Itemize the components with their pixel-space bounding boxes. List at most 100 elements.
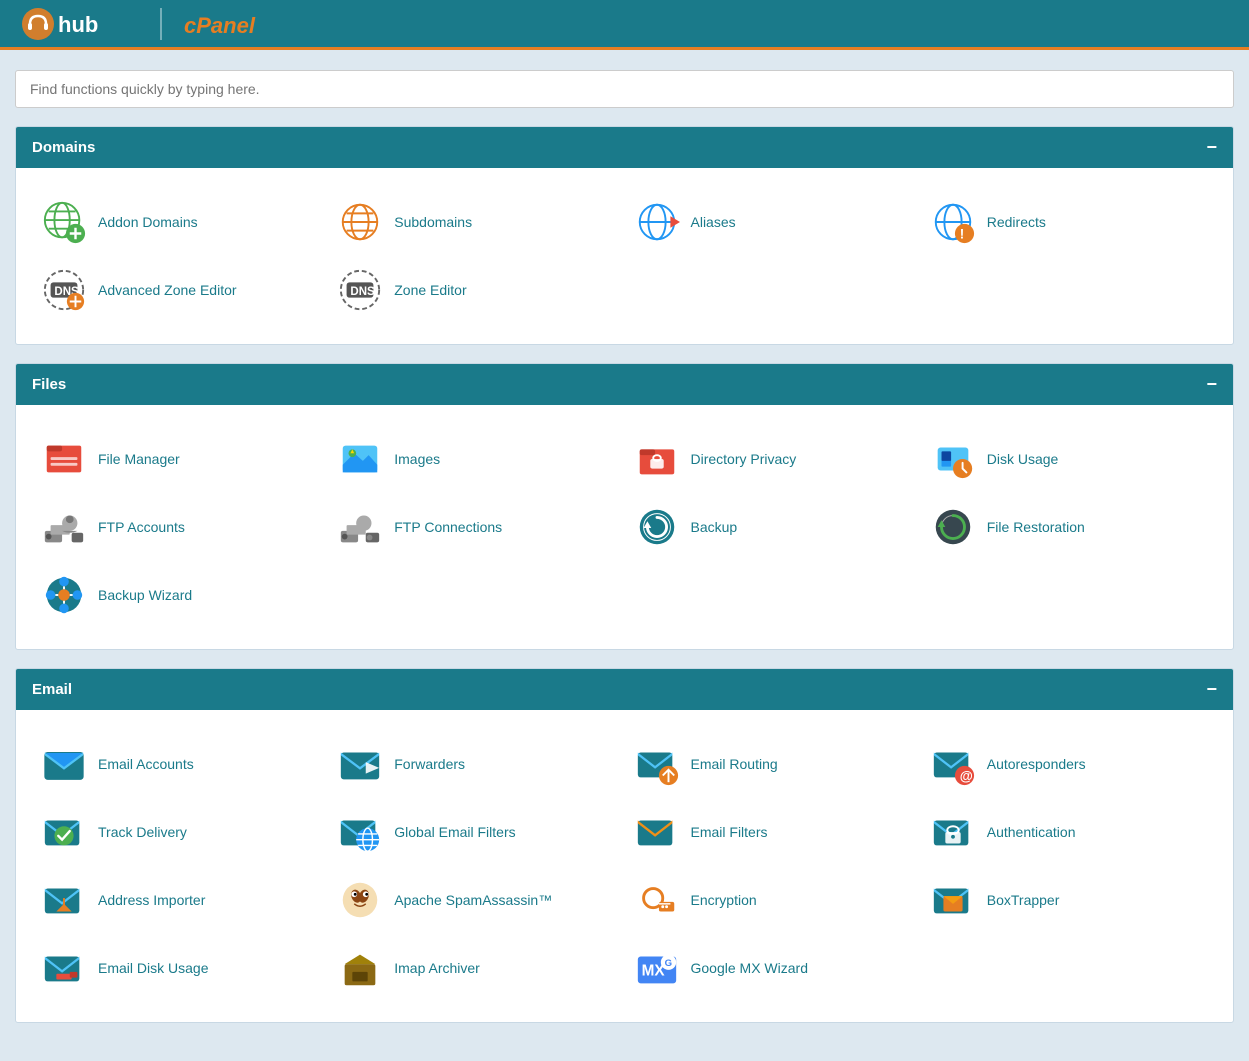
item-track-delivery[interactable]: Track Delivery bbox=[32, 798, 328, 866]
icon-advanced-zone-editor: DNS bbox=[40, 266, 88, 314]
icon-global-email-filters bbox=[336, 808, 384, 856]
item-autoresponders[interactable]: @ Autoresponders bbox=[921, 730, 1217, 798]
item-boxtrapper[interactable]: BoxTrapper bbox=[921, 866, 1217, 934]
item-file-restoration[interactable]: File Restoration bbox=[921, 493, 1217, 561]
item-backup-wizard[interactable]: Backup Wizard bbox=[32, 561, 328, 629]
section-title-domains: Domains bbox=[32, 139, 95, 156]
section-body-email: Email Accounts Forwarders Email Routing … bbox=[16, 710, 1233, 1022]
icon-disk-usage bbox=[929, 435, 977, 483]
logo-divider bbox=[160, 8, 162, 40]
label-addon-domains: Addon Domains bbox=[98, 214, 198, 230]
item-email-accounts[interactable]: Email Accounts bbox=[32, 730, 328, 798]
label-email-filters: Email Filters bbox=[691, 824, 768, 840]
item-ftp-connections[interactable]: FTP Connections bbox=[328, 493, 624, 561]
label-encryption: Encryption bbox=[691, 892, 757, 908]
section-collapse-domains[interactable]: − bbox=[1206, 137, 1217, 158]
section-collapse-files[interactable]: − bbox=[1206, 374, 1217, 395]
icon-aliases bbox=[633, 198, 681, 246]
item-email-routing[interactable]: Email Routing bbox=[625, 730, 921, 798]
icon-email-accounts bbox=[40, 740, 88, 788]
item-email-filters[interactable]: Email Filters bbox=[625, 798, 921, 866]
icon-encryption bbox=[633, 876, 681, 924]
icon-backup-wizard bbox=[40, 571, 88, 619]
label-email-routing: Email Routing bbox=[691, 756, 778, 772]
label-email-disk-usage: Email Disk Usage bbox=[98, 960, 208, 976]
logo-area: hub cPanel bbox=[20, 6, 272, 42]
label-address-importer: Address Importer bbox=[98, 892, 205, 908]
label-zone-editor: Zone Editor bbox=[394, 282, 466, 298]
item-email-disk-usage[interactable]: Email Disk Usage bbox=[32, 934, 328, 1002]
label-backup: Backup bbox=[691, 519, 738, 535]
item-zone-editor[interactable]: DNS Zone Editor bbox=[328, 256, 624, 324]
item-aliases[interactable]: Aliases bbox=[625, 188, 921, 256]
section-collapse-email[interactable]: − bbox=[1206, 679, 1217, 700]
label-subdomains: Subdomains bbox=[394, 214, 472, 230]
section-domains: Domains − Addon Domains Subdomains Alias… bbox=[15, 126, 1234, 345]
section-email: Email − Email Accounts Forwarders Email … bbox=[15, 668, 1234, 1023]
item-advanced-zone-editor[interactable]: DNS Advanced Zone Editor bbox=[32, 256, 328, 324]
item-addon-domains[interactable]: Addon Domains bbox=[32, 188, 328, 256]
icon-subdomains bbox=[336, 198, 384, 246]
item-file-manager[interactable]: File Manager bbox=[32, 425, 328, 493]
item-backup[interactable]: Backup bbox=[625, 493, 921, 561]
hub-logo: hub bbox=[20, 6, 140, 42]
item-google-mx-wizard[interactable]: MX G Google MX Wizard bbox=[625, 934, 921, 1002]
sections-container: Domains − Addon Domains Subdomains Alias… bbox=[15, 126, 1234, 1023]
search-input[interactable] bbox=[15, 70, 1234, 108]
label-global-email-filters: Global Email Filters bbox=[394, 824, 515, 840]
icon-apache-spamassassin bbox=[336, 876, 384, 924]
label-redirects: Redirects bbox=[987, 214, 1046, 230]
item-directory-privacy[interactable]: Directory Privacy bbox=[625, 425, 921, 493]
label-disk-usage: Disk Usage bbox=[987, 451, 1059, 467]
item-global-email-filters[interactable]: Global Email Filters bbox=[328, 798, 624, 866]
item-forwarders[interactable]: Forwarders bbox=[328, 730, 624, 798]
header: hub cPanel bbox=[0, 0, 1249, 50]
item-address-importer[interactable]: Address Importer bbox=[32, 866, 328, 934]
icon-email-disk-usage bbox=[40, 944, 88, 992]
label-google-mx-wizard: Google MX Wizard bbox=[691, 960, 808, 976]
item-apache-spamassassin[interactable]: Apache SpamAssassin™ bbox=[328, 866, 624, 934]
label-email-accounts: Email Accounts bbox=[98, 756, 194, 772]
icon-file-restoration bbox=[929, 503, 977, 551]
item-subdomains[interactable]: Subdomains bbox=[328, 188, 624, 256]
item-imap-archiver[interactable]: Imap Archiver bbox=[328, 934, 624, 1002]
icon-redirects: ! bbox=[929, 198, 977, 246]
svg-text:hub: hub bbox=[58, 12, 98, 37]
label-backup-wizard: Backup Wizard bbox=[98, 587, 192, 603]
svg-text:G: G bbox=[664, 958, 671, 969]
icon-addon-domains bbox=[40, 198, 88, 246]
label-images: Images bbox=[394, 451, 440, 467]
icon-autoresponders: @ bbox=[929, 740, 977, 788]
item-authentication[interactable]: Authentication bbox=[921, 798, 1217, 866]
item-images[interactable]: Images bbox=[328, 425, 624, 493]
icon-ftp-accounts bbox=[40, 503, 88, 551]
svg-text:cPanel: cPanel bbox=[184, 13, 256, 38]
section-body-domains: Addon Domains Subdomains Aliases ! Redir… bbox=[16, 168, 1233, 344]
section-header-email[interactable]: Email − bbox=[16, 669, 1233, 710]
section-title-email: Email bbox=[32, 681, 72, 698]
icon-imap-archiver bbox=[336, 944, 384, 992]
icon-email-routing bbox=[633, 740, 681, 788]
main-content: Domains − Addon Domains Subdomains Alias… bbox=[0, 50, 1249, 1061]
label-track-delivery: Track Delivery bbox=[98, 824, 187, 840]
icon-track-delivery bbox=[40, 808, 88, 856]
item-encryption[interactable]: Encryption bbox=[625, 866, 921, 934]
icon-authentication bbox=[929, 808, 977, 856]
item-ftp-accounts[interactable]: FTP Accounts bbox=[32, 493, 328, 561]
section-header-files[interactable]: Files − bbox=[16, 364, 1233, 405]
svg-text:DNS: DNS bbox=[351, 286, 376, 298]
item-redirects[interactable]: ! Redirects bbox=[921, 188, 1217, 256]
label-directory-privacy: Directory Privacy bbox=[691, 451, 797, 467]
section-header-domains[interactable]: Domains − bbox=[16, 127, 1233, 168]
label-boxtrapper: BoxTrapper bbox=[987, 892, 1060, 908]
section-title-files: Files bbox=[32, 376, 66, 393]
svg-text:@: @ bbox=[959, 768, 972, 783]
icon-directory-privacy bbox=[633, 435, 681, 483]
icon-images bbox=[336, 435, 384, 483]
item-disk-usage[interactable]: Disk Usage bbox=[921, 425, 1217, 493]
label-advanced-zone-editor: Advanced Zone Editor bbox=[98, 282, 237, 298]
label-forwarders: Forwarders bbox=[394, 756, 465, 772]
icon-google-mx-wizard: MX G bbox=[633, 944, 681, 992]
label-autoresponders: Autoresponders bbox=[987, 756, 1086, 772]
label-authentication: Authentication bbox=[987, 824, 1076, 840]
